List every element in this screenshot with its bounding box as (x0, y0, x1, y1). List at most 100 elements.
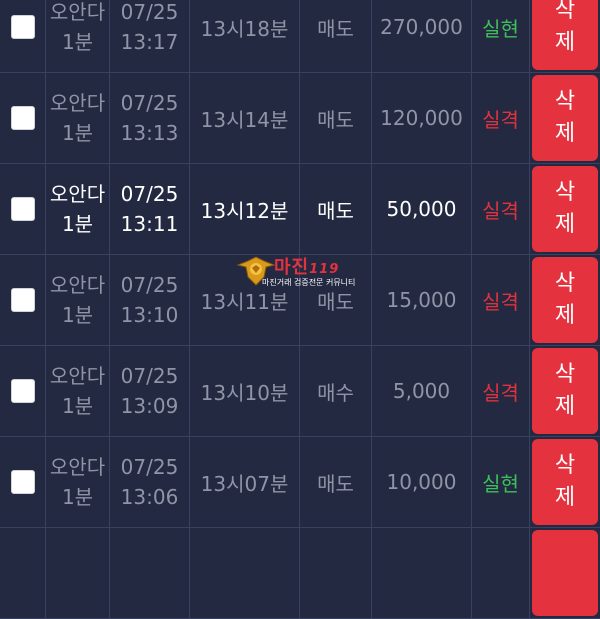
game-name: 오안다 (49, 364, 106, 388)
row-checkbox[interactable] (10, 288, 35, 312)
game-name: 오안다 (49, 455, 106, 479)
delete-label-2: 제 (554, 121, 576, 146)
game-name: 오안다 (49, 0, 106, 24)
delete-label-1: 삭 (554, 453, 576, 478)
time-cell: 07/25 13:09 (110, 346, 190, 436)
delete-button[interactable]: 삭 제 (532, 257, 598, 343)
row-checkbox[interactable] (10, 106, 35, 130)
table-row: 오안다 1분 07/25 13:09 13시10분 매수 5,000 실격 삭 … (0, 346, 600, 437)
delete-label-1: 삭 (554, 362, 576, 387)
amount-cell: 5,000 (372, 346, 472, 436)
trade-time: 13:13 (120, 121, 179, 145)
game-interval: 1분 (61, 121, 94, 145)
game-cell: 오안다 1분 (46, 73, 110, 163)
delete-cell: 삭 제 (530, 255, 600, 345)
delete-cell: 삭 제 (530, 437, 600, 527)
trade-type-cell: 매도 (300, 437, 372, 527)
row-select-cell (0, 0, 46, 72)
row-select-cell (0, 437, 46, 527)
delete-label-2: 제 (554, 394, 576, 419)
trade-type-cell: 매도 (300, 73, 372, 163)
game-interval: 1분 (61, 30, 94, 54)
delete-label-2: 제 (554, 30, 576, 55)
delete-button[interactable]: 삭 제 (532, 348, 598, 434)
trade-date: 07/25 (120, 91, 179, 115)
time-cell: 07/25 13:13 (110, 73, 190, 163)
amount-cell: 270,000 (372, 0, 472, 72)
result-cell: 실격 (472, 346, 530, 436)
result-cell: 실격 (472, 164, 530, 254)
table-row: 오안다 1분 07/25 13:17 13시18분 매도 270,000 실현 … (0, 0, 600, 73)
round-cell: 13시14분 (190, 73, 300, 163)
delete-label-2: 제 (554, 212, 576, 237)
delete-button[interactable]: 삭 제 (532, 0, 598, 70)
game-cell: 오안다 1분 (46, 346, 110, 436)
delete-button[interactable] (532, 530, 598, 616)
trade-history-table: 오안다 1분 07/25 13:17 13시18분 매도 270,000 실현 … (0, 0, 600, 619)
table-row-partial (0, 528, 600, 619)
game-interval: 1분 (61, 303, 94, 327)
delete-button[interactable]: 삭 제 (532, 75, 598, 161)
delete-button[interactable]: 삭 제 (532, 166, 598, 252)
row-select-cell (0, 164, 46, 254)
amount-cell: 50,000 (372, 164, 472, 254)
game-name: 오안다 (49, 182, 106, 206)
trade-type-cell: 매수 (300, 346, 372, 436)
time-cell: 07/25 13:11 (110, 164, 190, 254)
delete-label-1: 삭 (554, 180, 576, 205)
game-cell: 오안다 1분 (46, 437, 110, 527)
result-cell: 실격 (472, 255, 530, 345)
delete-cell: 삭 제 (530, 164, 600, 254)
trade-time: 13:06 (120, 485, 179, 509)
table-row: 오안다 1분 07/25 13:10 13시11분 매도 15,000 실격 삭… (0, 255, 600, 346)
game-interval: 1분 (61, 394, 94, 418)
amount-cell: 10,000 (372, 437, 472, 527)
result-cell: 실현 (472, 437, 530, 527)
trade-type-cell: 매도 (300, 255, 372, 345)
game-cell: 오안다 1분 (46, 0, 110, 72)
row-checkbox[interactable] (10, 470, 35, 494)
game-cell: 오안다 1분 (46, 164, 110, 254)
round-cell: 13시18분 (190, 0, 300, 72)
trade-time: 13:10 (120, 303, 179, 327)
trade-time: 13:11 (120, 212, 179, 236)
delete-button[interactable]: 삭 제 (532, 439, 598, 525)
game-name: 오안다 (49, 273, 106, 297)
result-cell: 실현 (472, 0, 530, 72)
trade-date: 07/25 (120, 182, 179, 206)
row-checkbox[interactable] (10, 197, 35, 221)
game-name: 오안다 (49, 91, 106, 115)
round-cell: 13시12분 (190, 164, 300, 254)
trade-date: 07/25 (120, 273, 179, 297)
round-cell: 13시07분 (190, 437, 300, 527)
table-row: 오안다 1분 07/25 13:11 13시12분 매도 50,000 실격 삭… (0, 164, 600, 255)
trade-time: 13:09 (120, 394, 179, 418)
time-cell: 07/25 13:17 (110, 0, 190, 72)
trade-time: 13:17 (120, 30, 179, 54)
time-cell: 07/25 13:10 (110, 255, 190, 345)
delete-label-1: 삭 (554, 89, 576, 114)
delete-cell: 삭 제 (530, 73, 600, 163)
delete-label-2: 제 (554, 303, 576, 328)
delete-cell: 삭 제 (530, 0, 600, 72)
table-row: 오안다 1분 07/25 13:06 13시07분 매도 10,000 실현 삭… (0, 437, 600, 528)
trade-date: 07/25 (120, 455, 179, 479)
round-cell: 13시11분 (190, 255, 300, 345)
game-interval: 1분 (61, 212, 94, 236)
amount-cell: 15,000 (372, 255, 472, 345)
row-select-cell (0, 73, 46, 163)
result-cell: 실격 (472, 73, 530, 163)
delete-label-1: 삭 (554, 0, 576, 23)
delete-cell (530, 528, 600, 618)
table-row: 오안다 1분 07/25 13:13 13시14분 매도 120,000 실격 … (0, 73, 600, 164)
delete-cell: 삭 제 (530, 346, 600, 436)
row-checkbox[interactable] (10, 379, 35, 403)
trade-date: 07/25 (120, 0, 179, 24)
game-cell: 오안다 1분 (46, 255, 110, 345)
row-checkbox[interactable] (10, 15, 35, 39)
trade-type-cell: 매도 (300, 0, 372, 72)
time-cell: 07/25 13:06 (110, 437, 190, 527)
amount-cell: 120,000 (372, 73, 472, 163)
row-select-cell (0, 255, 46, 345)
delete-label-2: 제 (554, 485, 576, 510)
